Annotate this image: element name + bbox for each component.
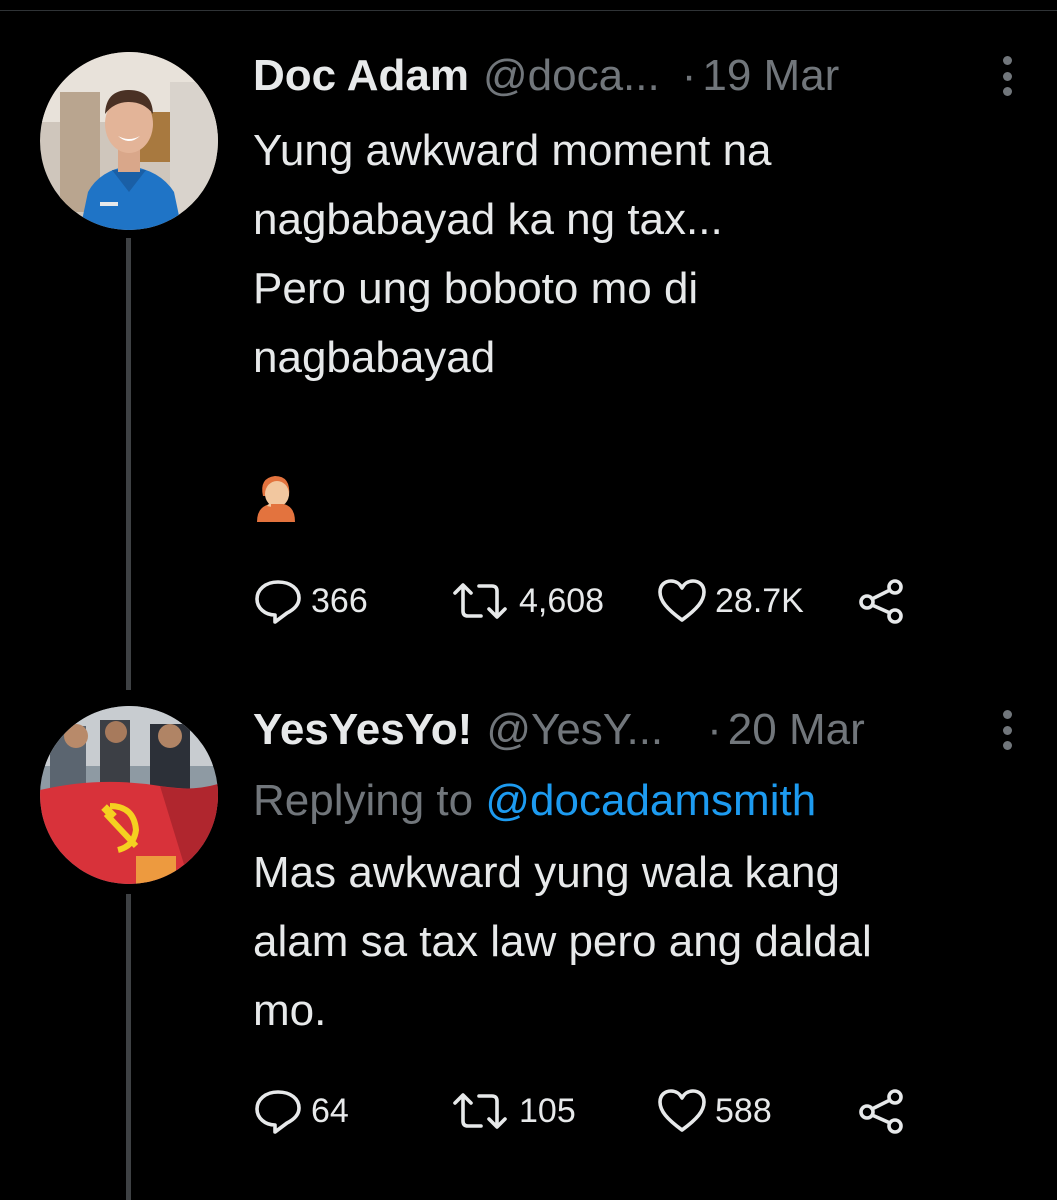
reply-count: 366 xyxy=(311,581,368,620)
like-count: 28.7K xyxy=(715,581,804,620)
tweet-content: Doc Adam @doca... · 19 Mar Yung awkward … xyxy=(253,48,1017,624)
display-name[interactable]: YesYesYo! xyxy=(253,702,472,758)
tweet-text-line: Pero ung boboto mo di xyxy=(253,264,699,313)
retweet-button[interactable]: 105 xyxy=(449,1086,576,1136)
tweet-text-line: nagbabayad ka ng tax... xyxy=(253,195,723,244)
tweet-text-line: Yung awkward moment na xyxy=(253,126,772,175)
like-count: 588 xyxy=(715,1091,772,1130)
thread-line xyxy=(126,894,131,1200)
separator: · xyxy=(681,51,697,100)
reply-count: 64 xyxy=(311,1091,349,1130)
like-button[interactable]: 588 xyxy=(657,1086,772,1136)
reply-icon xyxy=(255,1090,301,1134)
tweet[interactable]: YesYesYo! @YesY... · 20 Mar Replying to … xyxy=(0,690,1057,1200)
replying-to: Replying to @docadamsmith xyxy=(253,770,1017,832)
reply-icon xyxy=(255,580,301,624)
user-handle[interactable]: @doca... xyxy=(483,48,660,104)
tweet-date[interactable]: 20 Mar xyxy=(728,702,865,758)
share-icon xyxy=(859,1089,903,1134)
tweet-text-line: Mas awkward yung wala kang xyxy=(253,848,840,897)
avatar[interactable] xyxy=(40,52,218,230)
more-icon[interactable] xyxy=(997,56,1017,96)
tweet-text-line: mo. xyxy=(253,986,327,1035)
user-handle[interactable]: @YesY... xyxy=(486,702,663,758)
separator: · xyxy=(707,705,722,754)
heart-icon xyxy=(658,1089,706,1132)
retweet-count: 105 xyxy=(519,1091,576,1130)
replying-prefix: Replying to xyxy=(253,776,474,825)
retweet-button[interactable]: 4,608 xyxy=(449,576,604,626)
retweet-icon xyxy=(453,1093,507,1129)
share-icon xyxy=(859,579,903,624)
retweet-icon xyxy=(453,583,507,619)
tweet-text: Yung awkward moment na nagbabayad ka ng … xyxy=(253,116,1017,392)
more-icon[interactable] xyxy=(997,710,1017,750)
like-button[interactable]: 28.7K xyxy=(657,576,804,626)
mention-link[interactable]: @docadamsmith xyxy=(485,776,816,825)
tweet[interactable]: Doc Adam @doca... · 19 Mar Yung awkward … xyxy=(0,0,1057,690)
share-button[interactable] xyxy=(857,576,913,626)
tweet-header: YesYesYo! @YesY... · 20 Mar xyxy=(253,702,1017,758)
thread-line xyxy=(126,238,131,690)
reply-button[interactable]: 366 xyxy=(253,576,368,626)
tweet-text: Mas awkward yung wala kang alam sa tax l… xyxy=(253,838,1017,1045)
tweet-header: Doc Adam @doca... · 19 Mar xyxy=(253,48,1017,104)
heart-icon xyxy=(658,579,706,622)
facepalm-emoji xyxy=(253,470,299,522)
avatar[interactable] xyxy=(40,706,218,884)
tweet-text-line: alam sa tax law pero ang daldal xyxy=(253,917,872,966)
tweet-text-line: nagbabayad xyxy=(253,333,496,382)
display-name[interactable]: Doc Adam xyxy=(253,48,469,104)
tweet-date[interactable]: 19 Mar xyxy=(702,48,839,104)
retweet-count: 4,608 xyxy=(519,581,605,620)
share-button[interactable] xyxy=(857,1086,913,1136)
tweet-content: YesYesYo! @YesY... · 20 Mar Replying to … xyxy=(253,702,1017,1134)
reply-button[interactable]: 64 xyxy=(253,1086,349,1136)
